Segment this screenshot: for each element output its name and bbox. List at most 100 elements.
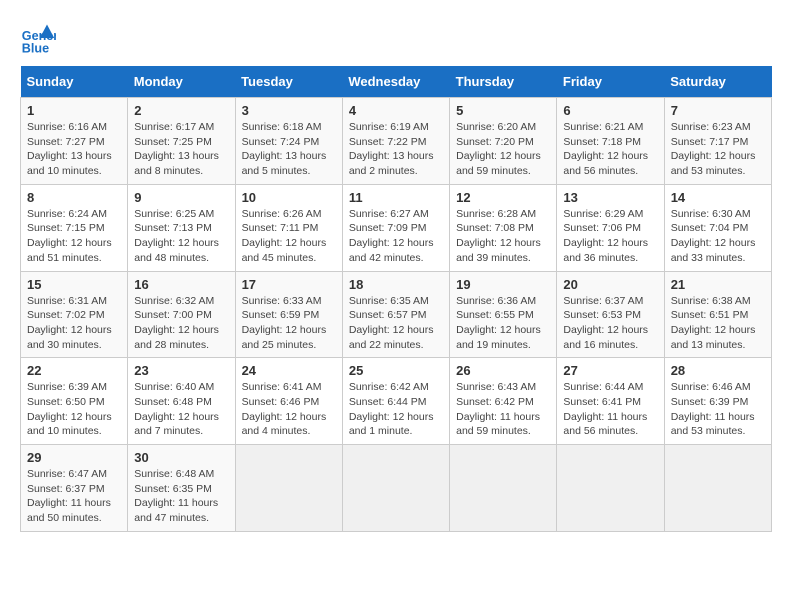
- calendar-cell: [557, 445, 664, 532]
- day-detail: Sunrise: 6:37 AMSunset: 6:53 PMDaylight:…: [563, 295, 648, 351]
- day-detail: Sunrise: 6:33 AMSunset: 6:59 PMDaylight:…: [242, 295, 327, 351]
- calendar-cell: [664, 445, 771, 532]
- day-number: 6: [563, 103, 657, 118]
- calendar-cell: 25 Sunrise: 6:42 AMSunset: 6:44 PMDaylig…: [342, 358, 449, 445]
- day-detail: Sunrise: 6:23 AMSunset: 7:17 PMDaylight:…: [671, 121, 756, 177]
- day-number: 8: [27, 190, 121, 205]
- day-detail: Sunrise: 6:27 AMSunset: 7:09 PMDaylight:…: [349, 208, 434, 264]
- week-row-1: 1 Sunrise: 6:16 AMSunset: 7:27 PMDayligh…: [21, 98, 772, 185]
- day-number: 22: [27, 363, 121, 378]
- day-number: 4: [349, 103, 443, 118]
- day-detail: Sunrise: 6:20 AMSunset: 7:20 PMDaylight:…: [456, 121, 541, 177]
- day-detail: Sunrise: 6:19 AMSunset: 7:22 PMDaylight:…: [349, 121, 434, 177]
- calendar-cell: 16 Sunrise: 6:32 AMSunset: 7:00 PMDaylig…: [128, 271, 235, 358]
- day-detail: Sunrise: 6:41 AMSunset: 6:46 PMDaylight:…: [242, 381, 327, 437]
- day-detail: Sunrise: 6:28 AMSunset: 7:08 PMDaylight:…: [456, 208, 541, 264]
- calendar-cell: 3 Sunrise: 6:18 AMSunset: 7:24 PMDayligh…: [235, 98, 342, 185]
- calendar-cell: 14 Sunrise: 6:30 AMSunset: 7:04 PMDaylig…: [664, 184, 771, 271]
- logo-icon: General Blue: [20, 20, 56, 56]
- col-header-sunday: Sunday: [21, 66, 128, 98]
- col-header-monday: Monday: [128, 66, 235, 98]
- calendar-cell: 15 Sunrise: 6:31 AMSunset: 7:02 PMDaylig…: [21, 271, 128, 358]
- calendar-cell: 1 Sunrise: 6:16 AMSunset: 7:27 PMDayligh…: [21, 98, 128, 185]
- calendar-cell: 23 Sunrise: 6:40 AMSunset: 6:48 PMDaylig…: [128, 358, 235, 445]
- day-detail: Sunrise: 6:17 AMSunset: 7:25 PMDaylight:…: [134, 121, 219, 177]
- day-detail: Sunrise: 6:39 AMSunset: 6:50 PMDaylight:…: [27, 381, 112, 437]
- day-detail: Sunrise: 6:46 AMSunset: 6:39 PMDaylight:…: [671, 381, 755, 437]
- calendar-table: SundayMondayTuesdayWednesdayThursdayFrid…: [20, 66, 772, 532]
- day-number: 16: [134, 277, 228, 292]
- week-row-2: 8 Sunrise: 6:24 AMSunset: 7:15 PMDayligh…: [21, 184, 772, 271]
- calendar-cell: 28 Sunrise: 6:46 AMSunset: 6:39 PMDaylig…: [664, 358, 771, 445]
- week-row-3: 15 Sunrise: 6:31 AMSunset: 7:02 PMDaylig…: [21, 271, 772, 358]
- calendar-cell: 13 Sunrise: 6:29 AMSunset: 7:06 PMDaylig…: [557, 184, 664, 271]
- calendar-cell: 9 Sunrise: 6:25 AMSunset: 7:13 PMDayligh…: [128, 184, 235, 271]
- day-number: 13: [563, 190, 657, 205]
- day-number: 29: [27, 450, 121, 465]
- day-detail: Sunrise: 6:30 AMSunset: 7:04 PMDaylight:…: [671, 208, 756, 264]
- day-detail: Sunrise: 6:31 AMSunset: 7:02 PMDaylight:…: [27, 295, 112, 351]
- day-detail: Sunrise: 6:40 AMSunset: 6:48 PMDaylight:…: [134, 381, 219, 437]
- day-detail: Sunrise: 6:24 AMSunset: 7:15 PMDaylight:…: [27, 208, 112, 264]
- calendar-cell: 22 Sunrise: 6:39 AMSunset: 6:50 PMDaylig…: [21, 358, 128, 445]
- week-row-5: 29 Sunrise: 6:47 AMSunset: 6:37 PMDaylig…: [21, 445, 772, 532]
- calendar-cell: 7 Sunrise: 6:23 AMSunset: 7:17 PMDayligh…: [664, 98, 771, 185]
- week-row-4: 22 Sunrise: 6:39 AMSunset: 6:50 PMDaylig…: [21, 358, 772, 445]
- day-number: 14: [671, 190, 765, 205]
- calendar-cell: 11 Sunrise: 6:27 AMSunset: 7:09 PMDaylig…: [342, 184, 449, 271]
- calendar-cell: 10 Sunrise: 6:26 AMSunset: 7:11 PMDaylig…: [235, 184, 342, 271]
- calendar-cell: 24 Sunrise: 6:41 AMSunset: 6:46 PMDaylig…: [235, 358, 342, 445]
- day-number: 10: [242, 190, 336, 205]
- col-header-thursday: Thursday: [450, 66, 557, 98]
- calendar-cell: 12 Sunrise: 6:28 AMSunset: 7:08 PMDaylig…: [450, 184, 557, 271]
- day-detail: Sunrise: 6:21 AMSunset: 7:18 PMDaylight:…: [563, 121, 648, 177]
- calendar-cell: 30 Sunrise: 6:48 AMSunset: 6:35 PMDaylig…: [128, 445, 235, 532]
- day-detail: Sunrise: 6:16 AMSunset: 7:27 PMDaylight:…: [27, 121, 112, 177]
- day-number: 25: [349, 363, 443, 378]
- day-detail: Sunrise: 6:25 AMSunset: 7:13 PMDaylight:…: [134, 208, 219, 264]
- day-number: 21: [671, 277, 765, 292]
- day-number: 27: [563, 363, 657, 378]
- day-number: 24: [242, 363, 336, 378]
- calendar-cell: [342, 445, 449, 532]
- day-detail: Sunrise: 6:48 AMSunset: 6:35 PMDaylight:…: [134, 468, 218, 524]
- svg-text:Blue: Blue: [22, 41, 49, 55]
- day-number: 7: [671, 103, 765, 118]
- day-number: 15: [27, 277, 121, 292]
- day-number: 17: [242, 277, 336, 292]
- day-number: 23: [134, 363, 228, 378]
- calendar-cell: [235, 445, 342, 532]
- day-number: 9: [134, 190, 228, 205]
- calendar-cell: 29 Sunrise: 6:47 AMSunset: 6:37 PMDaylig…: [21, 445, 128, 532]
- day-number: 20: [563, 277, 657, 292]
- calendar-cell: 4 Sunrise: 6:19 AMSunset: 7:22 PMDayligh…: [342, 98, 449, 185]
- day-detail: Sunrise: 6:35 AMSunset: 6:57 PMDaylight:…: [349, 295, 434, 351]
- day-number: 18: [349, 277, 443, 292]
- day-detail: Sunrise: 6:18 AMSunset: 7:24 PMDaylight:…: [242, 121, 327, 177]
- day-number: 11: [349, 190, 443, 205]
- calendar-cell: 20 Sunrise: 6:37 AMSunset: 6:53 PMDaylig…: [557, 271, 664, 358]
- calendar-cell: 18 Sunrise: 6:35 AMSunset: 6:57 PMDaylig…: [342, 271, 449, 358]
- day-detail: Sunrise: 6:38 AMSunset: 6:51 PMDaylight:…: [671, 295, 756, 351]
- day-number: 2: [134, 103, 228, 118]
- calendar-cell: 26 Sunrise: 6:43 AMSunset: 6:42 PMDaylig…: [450, 358, 557, 445]
- col-header-saturday: Saturday: [664, 66, 771, 98]
- day-detail: Sunrise: 6:29 AMSunset: 7:06 PMDaylight:…: [563, 208, 648, 264]
- calendar-cell: 19 Sunrise: 6:36 AMSunset: 6:55 PMDaylig…: [450, 271, 557, 358]
- calendar-cell: [450, 445, 557, 532]
- day-detail: Sunrise: 6:42 AMSunset: 6:44 PMDaylight:…: [349, 381, 434, 437]
- calendar-cell: 6 Sunrise: 6:21 AMSunset: 7:18 PMDayligh…: [557, 98, 664, 185]
- day-number: 26: [456, 363, 550, 378]
- day-number: 28: [671, 363, 765, 378]
- page-header: General Blue: [20, 20, 772, 56]
- col-header-friday: Friday: [557, 66, 664, 98]
- day-number: 19: [456, 277, 550, 292]
- day-number: 12: [456, 190, 550, 205]
- day-detail: Sunrise: 6:26 AMSunset: 7:11 PMDaylight:…: [242, 208, 327, 264]
- day-detail: Sunrise: 6:32 AMSunset: 7:00 PMDaylight:…: [134, 295, 219, 351]
- day-number: 1: [27, 103, 121, 118]
- day-detail: Sunrise: 6:47 AMSunset: 6:37 PMDaylight:…: [27, 468, 111, 524]
- calendar-cell: 2 Sunrise: 6:17 AMSunset: 7:25 PMDayligh…: [128, 98, 235, 185]
- calendar-cell: 27 Sunrise: 6:44 AMSunset: 6:41 PMDaylig…: [557, 358, 664, 445]
- day-detail: Sunrise: 6:43 AMSunset: 6:42 PMDaylight:…: [456, 381, 540, 437]
